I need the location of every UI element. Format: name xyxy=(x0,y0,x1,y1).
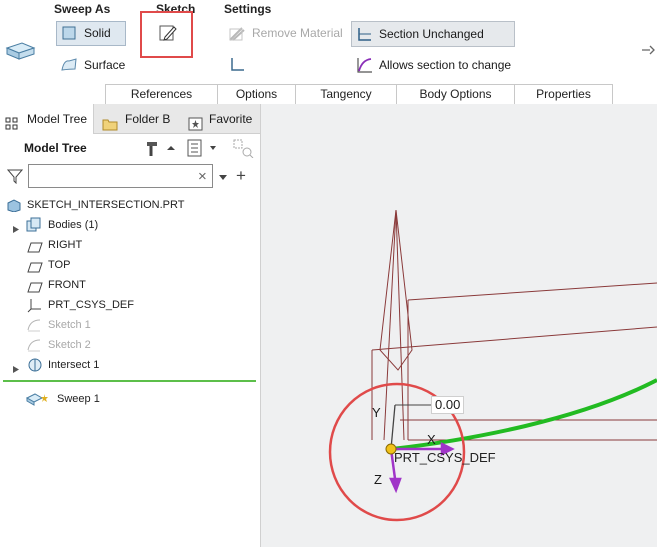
dimension-value[interactable]: 0.00 xyxy=(431,396,465,414)
axis-x-label: X xyxy=(427,432,436,447)
model-graphics xyxy=(328,209,657,522)
csys-label: PRT_CSYS_DEF xyxy=(394,450,496,465)
axis-z-label: Z xyxy=(374,472,382,487)
y-axis xyxy=(390,404,396,450)
axis-y-label: Y xyxy=(372,405,381,420)
